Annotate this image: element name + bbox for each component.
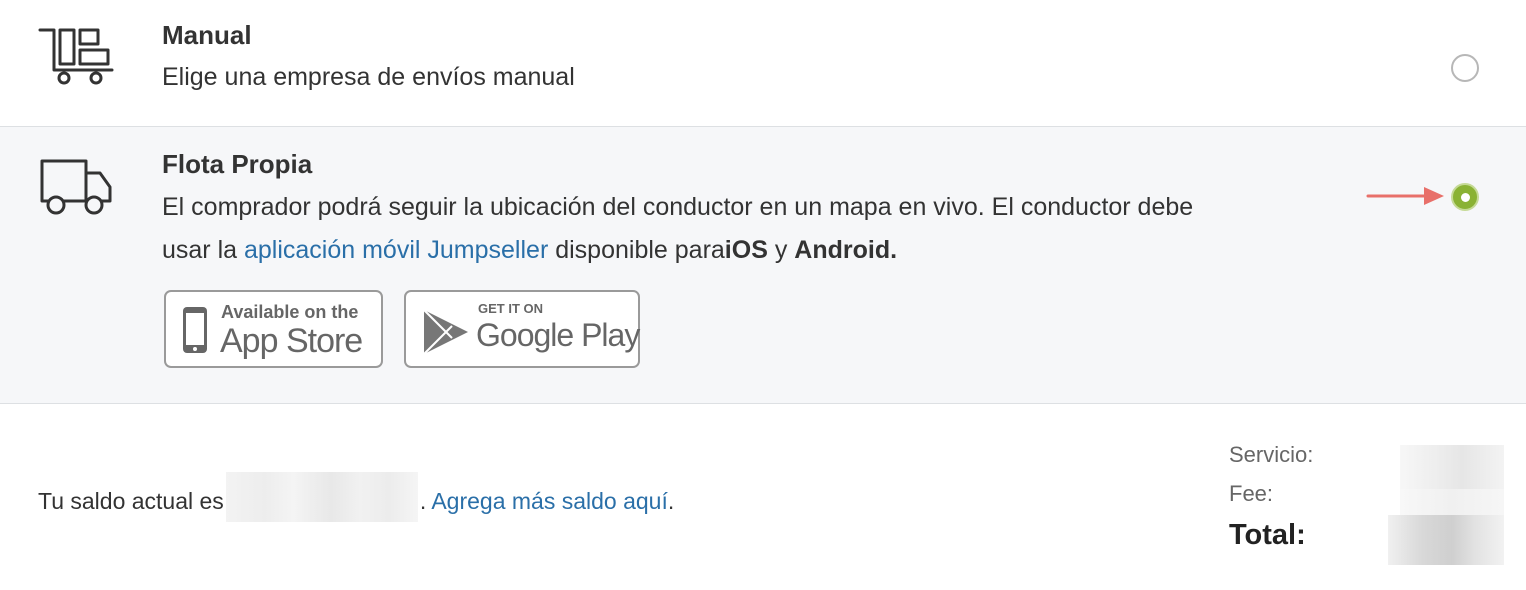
arrow-right-icon	[1366, 185, 1446, 212]
description-mid: disponible para	[548, 236, 725, 264]
phone-icon	[182, 306, 208, 359]
manual-radio[interactable]	[1451, 54, 1479, 82]
play-triangle-icon	[422, 308, 470, 361]
service-label: Servicio:	[1229, 442, 1314, 467]
balance-suffix: .	[419, 488, 432, 515]
balance-end: .	[667, 488, 675, 515]
fleet-option-description-line1: El comprador podrá seguir la ubicación d…	[162, 193, 1194, 221]
google-play-big-text: Google Play	[476, 317, 640, 353]
shipping-option-fleet[interactable]: Flota Propia El comprador podrá seguir l…	[0, 127, 1526, 404]
fleet-option-description-line2: usar la aplicación móvil Jumpseller disp…	[162, 229, 897, 272]
balance-prefix: Tu saldo actual es	[38, 488, 224, 515]
fee-value-redacted	[1400, 489, 1504, 515]
ios-label: iOS	[724, 236, 768, 264]
manual-option-description: Elige una empresa de envíos manual	[162, 63, 575, 91]
total-value-redacted	[1388, 515, 1504, 565]
google-play-small-text: GET IT ON	[478, 301, 543, 316]
fee-label: Fee:	[1229, 481, 1274, 506]
app-store-badge[interactable]: Available on the App Store	[164, 290, 383, 368]
description-conj: y	[767, 236, 795, 264]
cart-boxes-icon	[38, 22, 114, 91]
fleet-option-title: Flota Propia	[162, 149, 313, 179]
description-prefix: usar la	[162, 236, 244, 264]
app-store-small-text: Available on the	[221, 302, 359, 322]
balance-line: Tu saldo actual es. Agrega más saldo aqu…	[38, 472, 675, 522]
delivery-truck-icon	[38, 155, 114, 222]
fleet-radio[interactable]	[1451, 183, 1479, 211]
android-label: Android.	[794, 236, 898, 264]
balance-amount-redacted	[225, 472, 418, 522]
app-store-big-text: App Store	[220, 322, 363, 360]
service-value-redacted	[1400, 445, 1504, 489]
google-play-badge[interactable]: GET IT ON Google Play	[404, 290, 640, 368]
total-label: Total:	[1229, 519, 1306, 551]
jumpseller-app-link[interactable]: aplicación móvil Jumpseller	[244, 236, 548, 264]
add-balance-link[interactable]: Agrega más saldo aquí	[431, 488, 668, 514]
shipping-option-manual[interactable]: Manual Elige una empresa de envíos manua…	[0, 0, 1526, 127]
manual-option-title: Manual	[162, 20, 252, 50]
